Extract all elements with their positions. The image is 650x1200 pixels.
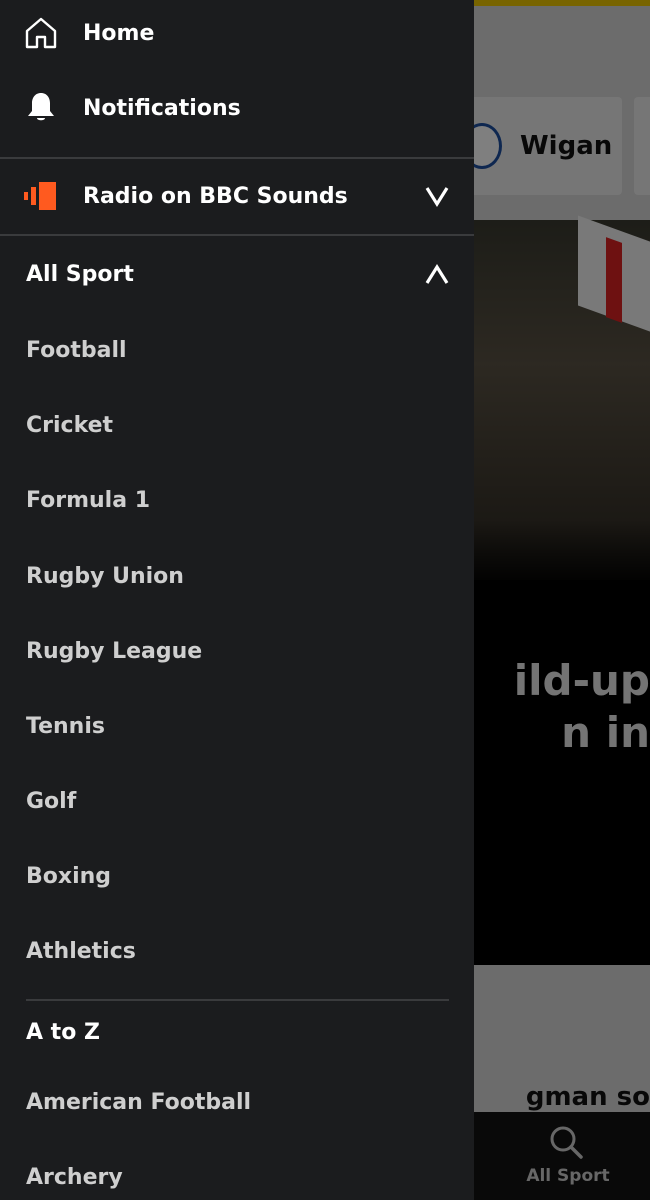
sport-item-cricket[interactable]: Cricket xyxy=(0,395,474,455)
all-sport-label: All Sport xyxy=(26,261,134,287)
a-to-z-item-label: Archery xyxy=(26,1164,123,1190)
sport-item-label: Athletics xyxy=(26,938,136,964)
sport-item-label: Football xyxy=(26,337,127,363)
sport-item-label: Golf xyxy=(26,788,77,814)
sport-item-rugby-union[interactable]: Rugby Union xyxy=(0,546,474,606)
chevron-down-icon[interactable] xyxy=(424,183,450,209)
a-to-z-heading: A to Z xyxy=(0,1002,474,1062)
sport-item-boxing[interactable]: Boxing xyxy=(0,846,474,906)
sport-item-label: Tennis xyxy=(26,713,105,739)
divider xyxy=(26,999,449,1001)
drawer-item-notifications[interactable]: Notifications xyxy=(0,78,474,138)
bbc-sounds-icon xyxy=(24,182,56,210)
sport-item-golf[interactable]: Golf xyxy=(0,771,474,831)
sport-item-label: Cricket xyxy=(26,412,114,438)
home-label: Home xyxy=(83,20,155,46)
navigation-drawer: Home Notifications Radio on BBC Sounds A… xyxy=(0,0,474,1200)
sport-item-football[interactable]: Football xyxy=(0,320,474,380)
sport-item-athletics[interactable]: Athletics xyxy=(0,921,474,981)
sport-item-formula-1[interactable]: Formula 1 xyxy=(0,470,474,530)
a-to-z-label: A to Z xyxy=(26,1019,100,1045)
divider xyxy=(0,157,474,159)
divider xyxy=(0,234,474,236)
drawer-item-home[interactable]: Home xyxy=(0,3,474,63)
drawer-item-radio-bbc-sounds[interactable]: Radio on BBC Sounds xyxy=(0,166,474,226)
sport-item-label: Boxing xyxy=(26,863,112,889)
drawer-item-all-sport[interactable]: All Sport xyxy=(0,244,474,304)
a-to-z-item-label: American Football xyxy=(26,1089,252,1115)
sport-item-label: Rugby Union xyxy=(26,563,184,589)
home-icon xyxy=(25,17,57,49)
radio-label: Radio on BBC Sounds xyxy=(83,183,348,209)
bell-icon xyxy=(28,93,54,121)
chevron-up-icon[interactable] xyxy=(424,261,450,287)
a-to-z-item-american-football[interactable]: American Football xyxy=(0,1072,474,1132)
a-to-z-item-archery[interactable]: Archery xyxy=(0,1147,474,1200)
sport-item-rugby-league[interactable]: Rugby League xyxy=(0,621,474,681)
sport-item-label: Rugby League xyxy=(26,638,203,664)
sport-item-tennis[interactable]: Tennis xyxy=(0,696,474,756)
notifications-label: Notifications xyxy=(83,95,241,121)
sport-item-label: Formula 1 xyxy=(26,487,151,513)
